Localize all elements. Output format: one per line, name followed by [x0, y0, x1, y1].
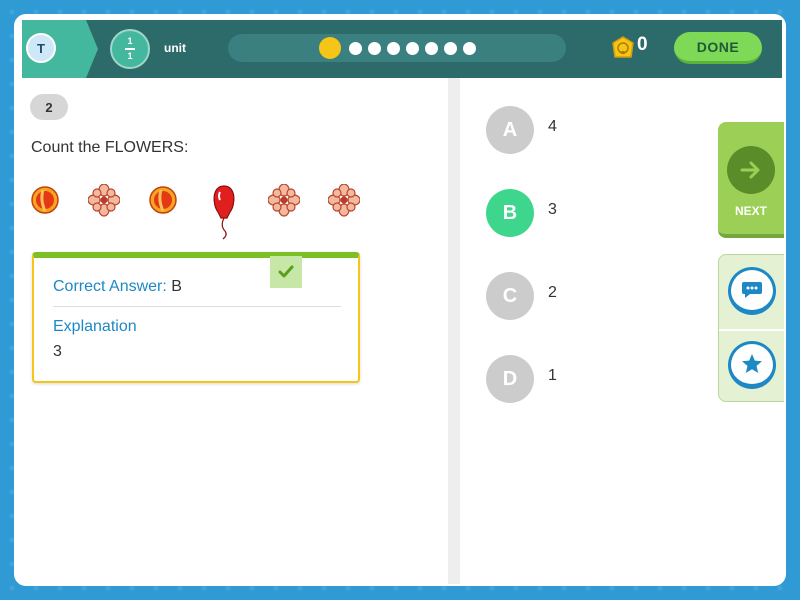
flower-icon	[268, 184, 300, 217]
option-letter[interactable]: A	[486, 106, 534, 154]
panel-divider	[448, 78, 460, 584]
tool-separator	[719, 329, 784, 331]
option-value: 2	[548, 284, 557, 301]
explanation-title: Explanation	[53, 318, 137, 335]
question-prompt: Count the FLOWERS:	[31, 139, 189, 156]
progress-dot	[367, 41, 381, 55]
option-letter[interactable]: C	[486, 272, 534, 320]
arrow-right-icon	[740, 161, 760, 179]
unit-badge: 1 1	[110, 29, 150, 69]
next-label: NEXT	[734, 204, 767, 218]
option-value: 4	[548, 118, 557, 135]
flower-icon	[328, 184, 360, 217]
option-letter[interactable]: D	[486, 355, 534, 403]
option-d[interactable]: D 1	[486, 355, 606, 405]
option-value: 3	[548, 201, 557, 218]
star-icon	[742, 354, 762, 373]
progress-dot	[386, 41, 400, 55]
peach-icon	[149, 186, 177, 214]
balloon-icon	[213, 185, 235, 240]
chat-button[interactable]	[728, 267, 776, 315]
answer-card: Correct Answer: B Explanation 3	[32, 252, 360, 383]
progress-dot	[405, 41, 419, 55]
progress-dot-current	[318, 37, 341, 59]
flower-icon	[88, 184, 120, 217]
peach-icon	[31, 186, 59, 214]
unit-fraction-bottom: 1	[127, 50, 133, 61]
coin-count: 0	[637, 34, 648, 55]
star-button[interactable]	[728, 341, 776, 389]
option-a[interactable]: A 4	[486, 106, 606, 156]
object-row	[30, 184, 370, 244]
next-button[interactable]: NEXT	[718, 122, 784, 238]
fraction-bar	[125, 48, 135, 50]
top-bar: T 1 1 unit 0 DONE	[22, 20, 782, 78]
next-circle[interactable]	[727, 146, 775, 194]
option-letter[interactable]: B	[486, 189, 534, 237]
card-divider	[53, 306, 341, 307]
explanation-text: 3	[53, 343, 62, 360]
done-button[interactable]: DONE	[674, 32, 762, 64]
app-window: T 1 1 unit 0 DONE 2 Count the FLOWERS: C…	[14, 14, 786, 586]
option-value: 1	[548, 367, 557, 384]
check-icon	[278, 265, 294, 278]
option-c[interactable]: C 2	[486, 272, 606, 322]
question-number: 2	[30, 94, 68, 120]
progress-track	[228, 34, 566, 62]
side-tools	[718, 254, 784, 402]
correct-answer-value: B	[171, 278, 182, 295]
progress-dot	[443, 41, 457, 55]
check-tag	[270, 256, 302, 288]
correct-answer-label: Correct Answer:	[53, 278, 167, 295]
avatar[interactable]: T	[26, 33, 56, 63]
unit-fraction-top: 1	[127, 36, 133, 47]
option-b[interactable]: B 3	[486, 189, 606, 239]
correct-answer-line: Correct Answer: B	[53, 278, 182, 296]
coin-icon	[612, 36, 634, 58]
unit-label: unit	[164, 41, 186, 55]
progress-dot	[348, 41, 362, 55]
progress-dot	[424, 41, 438, 55]
chat-icon	[742, 282, 762, 298]
progress-dot	[462, 41, 476, 55]
